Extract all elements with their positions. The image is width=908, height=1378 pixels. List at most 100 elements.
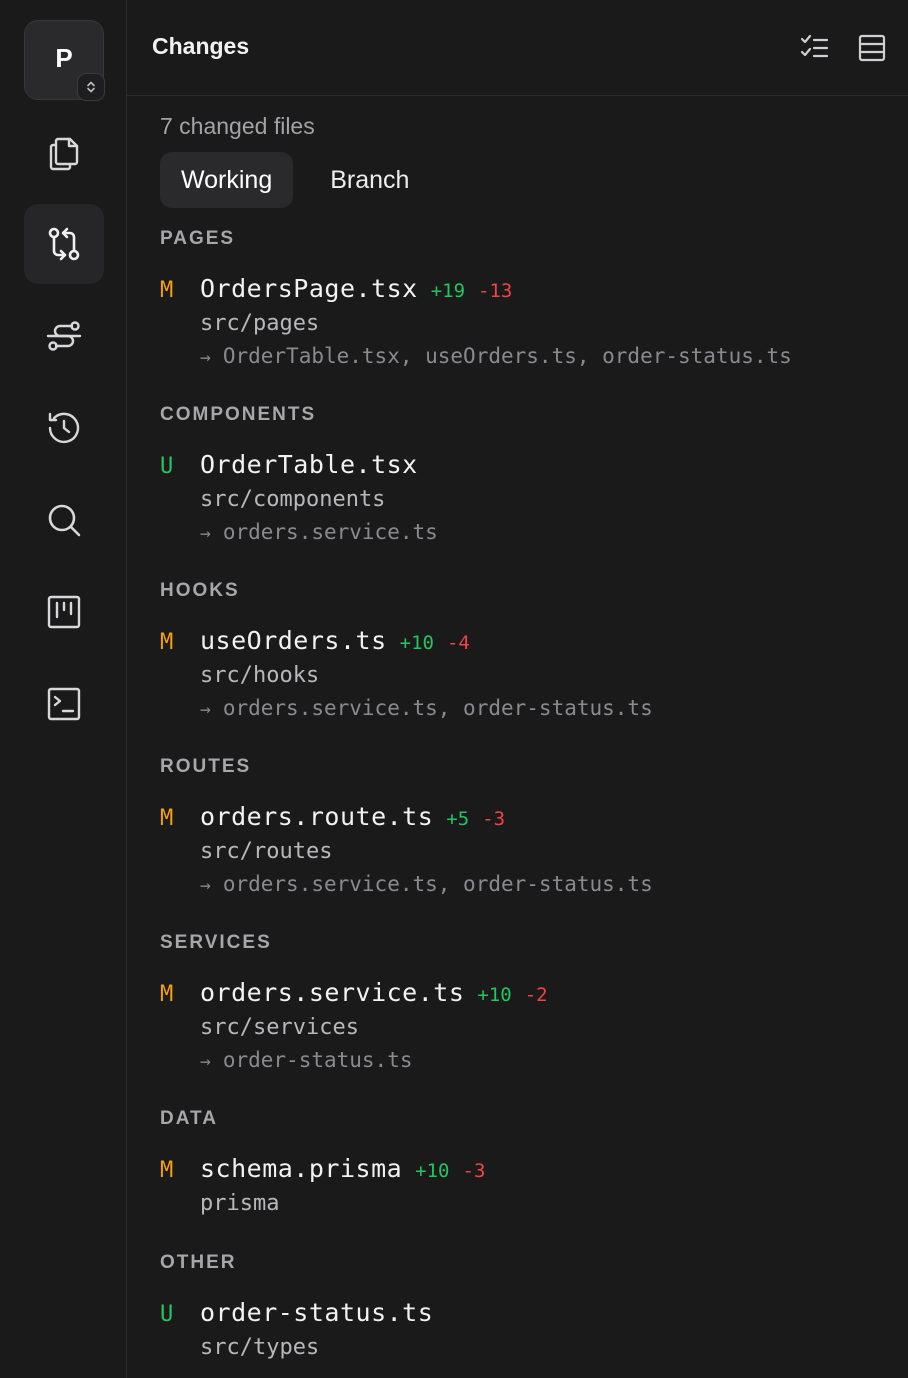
- file-row: MuseOrders.ts +10 -4: [160, 626, 908, 658]
- file-item[interactable]: U OrderTable.tsx src/components → orders.ser…: [160, 450, 908, 548]
- file-name: OrderTable.tsx: [200, 450, 418, 479]
- file-path: src/routes: [200, 839, 333, 864]
- git-compare-icon: [48, 227, 80, 261]
- arrow-right-icon: →: [200, 1051, 211, 1072]
- deletions-count: -2: [524, 984, 548, 1006]
- arrow-right-icon: →: [200, 699, 211, 720]
- dependency-list: orders.service.ts, order-status.ts: [222, 872, 653, 896]
- view-tabs: Working Branch: [160, 152, 446, 208]
- file-row: M OrdersPage.tsx +19 -13: [160, 274, 908, 306]
- file-path: src/components: [200, 487, 386, 512]
- tab-working[interactable]: Working: [160, 152, 294, 208]
- additions-count: +10: [477, 984, 512, 1006]
- additions-count: +10: [415, 1160, 450, 1182]
- rail-item-files[interactable]: [24, 112, 104, 192]
- file-item[interactable]: Mschema.prisma +10 -3 prisma: [160, 1154, 908, 1220]
- panel-title: Changes: [152, 33, 250, 59]
- arrow-right-icon: →: [200, 347, 211, 368]
- group-title: DATA: [160, 1108, 218, 1129]
- file-path: prisma: [200, 1191, 280, 1216]
- group-title: ROUTES: [160, 756, 252, 777]
- arrow-right-icon: →: [200, 875, 211, 896]
- arrow-right-icon: →: [200, 523, 211, 544]
- file-name: schema.prisma: [200, 1154, 403, 1183]
- group-data: DATA Mschema.prisma +10 -3 prisma: [160, 1106, 908, 1220]
- group-title: HOOKS: [160, 580, 240, 601]
- panel-header: Changes: [127, 0, 908, 96]
- rail-item-terminal[interactable]: [24, 664, 104, 744]
- route-icon: [46, 321, 82, 351]
- status-badge: M: [160, 630, 174, 655]
- file-item[interactable]: Morders.route.ts +5 -3 src/routes → orders.se…: [160, 802, 908, 900]
- additions-count: +10: [399, 632, 434, 654]
- changed-files-count: 7 changed files: [160, 113, 315, 139]
- deletions-count: -13: [478, 280, 513, 302]
- activity-rail: P: [0, 0, 127, 1378]
- group-title: PAGES: [160, 228, 236, 249]
- changes-panel: Changes 7 changed files Working Branch PA…: [127, 0, 908, 1378]
- file-item[interactable]: M OrdersPage.tsx +19 -13 src/pages → OrderTabl…: [160, 274, 908, 372]
- history-icon: [48, 412, 80, 444]
- dependency-list: OrderTable.tsx, useOrders.ts, order-stat…: [222, 344, 792, 368]
- terminal-icon: [47, 687, 81, 721]
- project-switcher-button[interactable]: P: [24, 20, 105, 101]
- deletions-count: -4: [446, 632, 470, 654]
- file-row: Morders.service.ts +10 -2: [160, 978, 908, 1010]
- file-name: useOrders.ts: [200, 626, 387, 655]
- status-badge: U: [160, 454, 174, 479]
- group-title: SERVICES: [160, 932, 272, 953]
- files-icon: [49, 137, 79, 171]
- file-row: Uorder-status.ts: [160, 1298, 908, 1330]
- rail-item-history[interactable]: [24, 388, 104, 468]
- group-routes: ROUTES Morders.route.ts +5 -3 src/routes → ord…: [160, 754, 908, 900]
- group-title: OTHER: [160, 1252, 237, 1273]
- file-item[interactable]: Morders.service.ts +10 -2 src/services → orde…: [160, 978, 908, 1076]
- search-icon: [48, 504, 81, 537]
- status-badge: M: [160, 278, 174, 303]
- file-name: order-status.ts: [200, 1298, 434, 1327]
- rail-item-changes[interactable]: [24, 204, 104, 284]
- change-groups: PAGES M OrdersPage.tsx +19 -13 src/pages → Orde…: [160, 226, 908, 1378]
- deletions-count: -3: [482, 808, 506, 830]
- file-dependencies: → orders.service.ts, order-status.ts: [200, 868, 908, 900]
- file-path: src/services: [200, 1015, 359, 1040]
- tab-branch[interactable]: Branch: [309, 152, 430, 208]
- file-dependencies: → orders.service.ts, order-status.ts: [200, 692, 908, 724]
- rail-item-flow[interactable]: [24, 296, 104, 376]
- status-badge: U: [160, 1302, 174, 1327]
- file-row: Mschema.prisma +10 -3: [160, 1154, 908, 1186]
- group-hooks: HOOKS MuseOrders.ts +10 -4 src/hooks → orders.…: [160, 578, 908, 724]
- dependency-list: orders.service.ts: [222, 520, 438, 544]
- file-dependencies: → order-status.ts: [200, 1044, 908, 1076]
- file-dependencies: → orders.service.ts: [200, 516, 908, 548]
- status-badge: M: [160, 806, 174, 831]
- additions-count: +5: [446, 808, 470, 830]
- group-components: COMPONENTS U OrderTable.tsx src/components →…: [160, 402, 908, 548]
- deletions-count: -3: [462, 1160, 486, 1182]
- group-services: SERVICES Morders.service.ts +10 -2 src/servi…: [160, 930, 908, 1076]
- file-item[interactable]: MuseOrders.ts +10 -4 src/hooks → orders.servi…: [160, 626, 908, 724]
- file-path: src/hooks: [200, 663, 320, 688]
- kanban-icon: [47, 595, 81, 629]
- project-initial: P: [55, 43, 73, 73]
- file-item[interactable]: Uorder-status.ts src/types: [160, 1298, 908, 1364]
- app-window: P Changes 7 changed files Working Branch…: [0, 0, 908, 1378]
- layout-rows-icon[interactable]: [856, 32, 888, 64]
- group-pages: PAGES M OrdersPage.tsx +19 -13 src/pages → Orde…: [160, 226, 908, 372]
- file-row: U OrderTable.tsx: [160, 450, 908, 482]
- file-name: OrdersPage.tsx: [200, 274, 418, 303]
- file-name: orders.service.ts: [200, 978, 465, 1007]
- status-badge: M: [160, 982, 174, 1007]
- file-row: Morders.route.ts +5 -3: [160, 802, 908, 834]
- additions-count: +19: [430, 280, 466, 302]
- status-badge: M: [160, 1158, 174, 1183]
- dependency-list: orders.service.ts, order-status.ts: [222, 696, 653, 720]
- file-path: src/types: [200, 1335, 320, 1360]
- rail-item-board[interactable]: [24, 572, 104, 652]
- rail-item-search[interactable]: [24, 480, 104, 560]
- file-dependencies: → OrderTable.tsx, useOrders.ts, order-sta…: [200, 340, 908, 372]
- chevron-up-down-icon[interactable]: [77, 73, 105, 101]
- dependency-list: order-status.ts: [222, 1048, 413, 1072]
- checklist-icon[interactable]: [798, 32, 830, 64]
- file-path: src/pages: [200, 311, 320, 336]
